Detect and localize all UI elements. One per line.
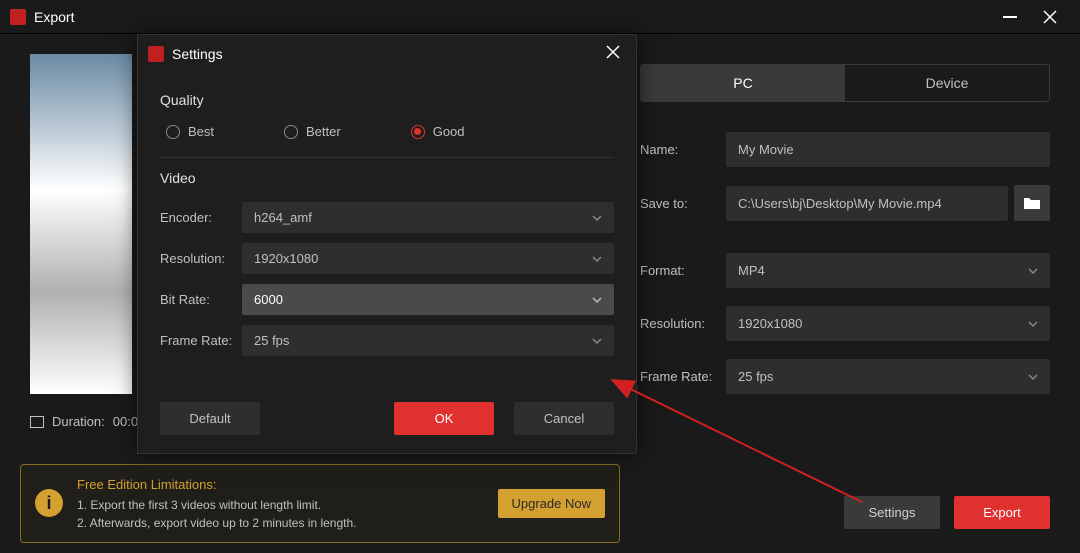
dialog-close-button[interactable] (600, 43, 626, 64)
film-icon (30, 416, 44, 428)
cancel-button[interactable]: Cancel (514, 402, 614, 435)
framerate-value: 25 fps (738, 369, 773, 384)
name-label: Name: (640, 142, 726, 157)
export-button[interactable]: Export (954, 496, 1050, 529)
resolution-label: Resolution: (640, 316, 726, 331)
dialog-title: Settings (172, 46, 592, 62)
duration-label: Duration: (52, 414, 105, 429)
bitrate-label: Bit Rate: (160, 292, 242, 307)
dlg-framerate-value: 25 fps (254, 333, 289, 348)
format-value: MP4 (738, 263, 765, 278)
ok-button[interactable]: OK (394, 402, 494, 435)
chevron-down-icon (1028, 266, 1038, 276)
browse-button[interactable] (1014, 185, 1050, 221)
limits-title: Free Edition Limitations: (77, 475, 484, 495)
tab-device[interactable]: Device (845, 65, 1049, 101)
quality-better-radio[interactable]: Better (284, 124, 341, 139)
radio-icon-selected (411, 125, 425, 139)
titlebar: Export (0, 0, 1080, 34)
export-tabs: PC Device (640, 64, 1050, 102)
quality-best-label: Best (188, 124, 214, 139)
framerate-label: Frame Rate: (640, 369, 726, 384)
encoder-value: h264_amf (254, 210, 312, 225)
limits-line2: 2. Afterwards, export video up to 2 minu… (77, 514, 484, 532)
limits-line1: 1. Export the first 3 videos without len… (77, 496, 484, 514)
dlg-resolution-select[interactable]: 1920x1080 (242, 243, 614, 274)
upgrade-button[interactable]: Upgrade Now (498, 489, 606, 518)
dlg-framerate-select[interactable]: 25 fps (242, 325, 614, 356)
bitrate-value: 6000 (254, 292, 283, 307)
chevron-down-icon (592, 336, 602, 346)
framerate-select[interactable]: 25 fps (726, 359, 1050, 394)
resolution-select[interactable]: 1920x1080 (726, 306, 1050, 341)
save-to-input[interactable] (726, 186, 1008, 221)
app-icon (10, 9, 26, 25)
chevron-down-icon (1028, 372, 1038, 382)
window-title: Export (34, 9, 990, 25)
name-input[interactable] (726, 132, 1050, 167)
divider (160, 157, 614, 158)
video-preview (30, 54, 132, 394)
quality-better-label: Better (306, 124, 341, 139)
settings-dialog: Settings Quality Best Better Good Video … (137, 34, 637, 454)
close-icon (606, 45, 620, 59)
default-button[interactable]: Default (160, 402, 260, 435)
format-label: Format: (640, 263, 726, 278)
format-select[interactable]: MP4 (726, 253, 1050, 288)
chevron-down-icon (592, 213, 602, 223)
bitrate-select[interactable]: 6000 (242, 284, 614, 315)
tab-pc[interactable]: PC (641, 65, 845, 101)
settings-button[interactable]: Settings (844, 496, 940, 529)
close-button[interactable] (1030, 2, 1070, 32)
dlg-resolution-value: 1920x1080 (254, 251, 318, 266)
chevron-down-icon (592, 254, 602, 264)
dialog-app-icon (148, 46, 164, 62)
radio-icon (284, 125, 298, 139)
quality-good-label: Good (433, 124, 465, 139)
radio-icon (166, 125, 180, 139)
quality-good-radio[interactable]: Good (411, 124, 465, 139)
resolution-value: 1920x1080 (738, 316, 802, 331)
folder-icon (1024, 196, 1040, 210)
save-to-label: Save to: (640, 196, 726, 211)
info-icon: i (35, 489, 63, 517)
encoder-label: Encoder: (160, 210, 242, 225)
encoder-select[interactable]: h264_amf (242, 202, 614, 233)
chevron-down-icon (592, 295, 602, 305)
dlg-resolution-label: Resolution: (160, 251, 242, 266)
minimize-button[interactable] (990, 2, 1030, 32)
video-section-title: Video (160, 170, 614, 186)
dlg-framerate-label: Frame Rate: (160, 333, 242, 348)
quality-section-title: Quality (160, 92, 614, 108)
free-edition-banner: i Free Edition Limitations: 1. Export th… (20, 464, 620, 544)
quality-best-radio[interactable]: Best (166, 124, 214, 139)
chevron-down-icon (1028, 319, 1038, 329)
